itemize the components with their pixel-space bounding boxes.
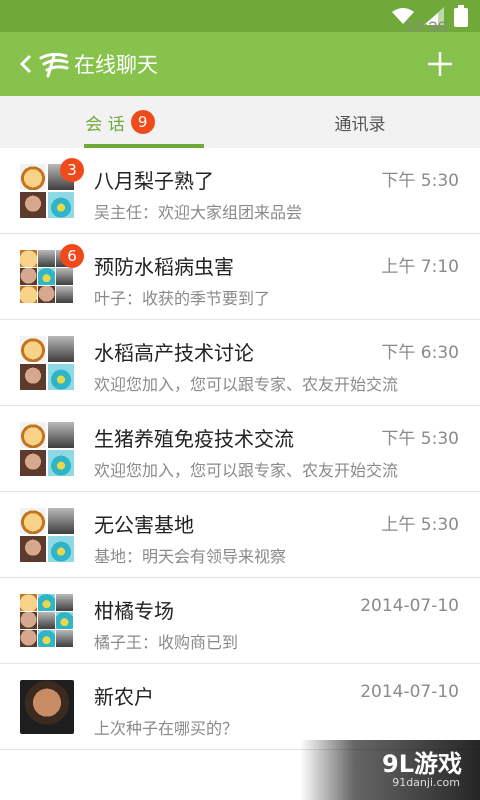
status-icons: 12:30 <box>392 0 468 37</box>
tab-label: 会 话 <box>85 114 125 135</box>
conversation-row[interactable]: 水稻高产技术讨论 欢迎您加入，您可以跟专家、农友开始交流 下午 6:30 <box>0 320 480 406</box>
site-watermark: 9L游戏 91danji.com <box>300 740 480 800</box>
tab-conversations[interactable]: 会 话 9 <box>0 96 240 148</box>
conversation-time: 下午 6:30 <box>381 343 459 363</box>
conversation-row[interactable]: 新农户 上次种子在哪买的？ 2014-07-10 <box>0 664 480 750</box>
conversation-row[interactable]: 3 八月梨子熟了 吴主任：欢迎大家组团来品尝 下午 5:30 <box>0 148 480 234</box>
conversation-name: 新农户 <box>94 685 154 709</box>
conversation-name: 八月梨子熟了 <box>94 169 214 193</box>
conversation-preview: 橘子王：收购商已到 <box>94 633 239 652</box>
conversation-row[interactable]: 6 预防水稻病虫害 叶子：收获的季节要到了 上午 7:10 <box>0 234 480 320</box>
watermark-url: 91danji.com <box>392 776 460 789</box>
conversation-name: 无公害基地 <box>94 513 194 537</box>
unread-badge: 6 <box>60 244 84 268</box>
conversation-row[interactable]: 柑橘专场 橘子王：收购商已到 2014-07-10 <box>0 578 480 664</box>
conversation-preview: 上次种子在哪买的？ <box>94 719 239 738</box>
group-avatar <box>20 594 74 648</box>
conversation-preview: 欢迎您加入，您可以跟专家、农友开始交流 <box>94 375 399 394</box>
conversation-time: 下午 5:30 <box>381 429 459 449</box>
conversation-time: 上午 5:30 <box>381 515 459 535</box>
battery-icon <box>454 5 468 27</box>
conversation-name: 柑橘专场 <box>94 599 174 623</box>
tab-contacts[interactable]: 通讯录 <box>240 96 480 148</box>
conversation-row[interactable]: 生猪养殖免疫技术交流 欢迎您加入，您可以跟专家、农友开始交流 下午 5:30 <box>0 406 480 492</box>
conversation-row[interactable]: 无公害基地 基地：明天会有领导来视察 上午 5:30 <box>0 492 480 578</box>
conversation-preview: 吴主任：欢迎大家组团来品尝 <box>94 203 303 222</box>
status-bar: 12:30 <box>0 0 480 37</box>
unread-badge: 3 <box>60 158 84 182</box>
conversation-name: 水稻高产技术讨论 <box>94 341 254 365</box>
conversation-time: 2014-07-10 <box>360 682 459 702</box>
group-avatar <box>20 422 74 476</box>
conversation-time: 2014-07-10 <box>360 596 459 616</box>
unread-badge: 9 <box>130 110 155 134</box>
add-icon[interactable] <box>426 50 454 78</box>
group-avatar <box>20 336 74 390</box>
group-avatar <box>20 508 74 562</box>
conversation-preview: 基地：明天会有领导来视察 <box>94 547 287 566</box>
conversation-time: 上午 7:10 <box>381 257 459 277</box>
conversation-time: 下午 5:30 <box>381 171 459 191</box>
app-logo-icon <box>39 52 69 78</box>
conversation-name: 生猪养殖免疫技术交流 <box>94 427 294 451</box>
tab-bar: 会 话 9 通讯录 <box>0 96 480 149</box>
conversation-preview: 欢迎您加入，您可以跟专家、农友开始交流 <box>94 461 399 480</box>
page-title: 在线聊天 <box>74 53 158 77</box>
watermark-logo: 9L游戏 <box>382 750 462 778</box>
conversation-name: 预防水稻病虫害 <box>94 255 234 279</box>
app-bar: 在线聊天 <box>0 32 480 96</box>
conversation-list: 3 八月梨子熟了 吴主任：欢迎大家组团来品尝 下午 5:30 6 预防水稻病虫害… <box>0 148 480 750</box>
contact-avatar <box>20 680 74 734</box>
tab-label: 通讯录 <box>334 114 386 135</box>
conversation-preview: 叶子：收获的季节要到了 <box>94 289 271 308</box>
